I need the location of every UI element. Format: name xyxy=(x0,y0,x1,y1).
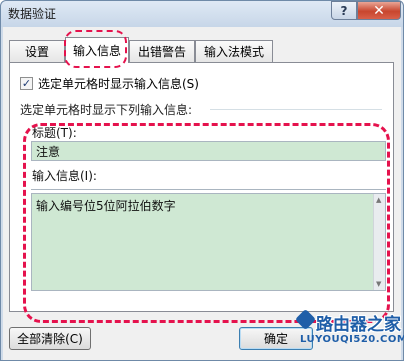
data-validation-dialog: 数据验证 ? ✕ 设置 输入信息 出错警告 输入法模式 ✓ 选定单元格时显示输入… xyxy=(0,0,404,361)
tab-settings[interactable]: 设置 xyxy=(9,40,65,62)
message-label-underline xyxy=(31,184,386,190)
help-button[interactable]: ? xyxy=(331,1,357,20)
message-field-label: 输入信息(I): xyxy=(32,169,97,183)
title-bar[interactable]: 数据验证 ? ✕ xyxy=(1,1,403,27)
message-textarea[interactable]: 输入编号位5位阿拉伯数字 ▲ ▼ xyxy=(31,193,386,291)
dialog-title: 数据验证 xyxy=(8,7,57,21)
message-scrollbar[interactable]: ▲ ▼ xyxy=(373,194,385,290)
title-input[interactable]: 注意 xyxy=(31,141,386,161)
tab-input-message[interactable]: 输入信息 xyxy=(65,37,129,63)
watermark: 路由器之家 LUYOUQI520.COM xyxy=(294,308,404,361)
close-button[interactable]: ✕ xyxy=(357,1,401,20)
show-input-message-label: 选定单元格时显示输入信息(S) xyxy=(38,77,199,91)
scroll-down-icon[interactable]: ▼ xyxy=(376,280,381,288)
tab-error-alert[interactable]: 出错警告 xyxy=(129,40,195,62)
group-label: 选定单元格时显示下列输入信息: xyxy=(20,103,193,117)
scroll-up-icon[interactable]: ▲ xyxy=(376,196,381,204)
show-input-message-option[interactable]: ✓ 选定单元格时显示输入信息(S) xyxy=(20,75,199,92)
watermark-sub-text: LUYOUQI520.COM xyxy=(300,334,404,345)
group-divider xyxy=(210,109,382,110)
clear-all-button[interactable]: 全部清除(C) xyxy=(9,327,91,350)
message-text: 输入编号位5位阿拉伯数字 xyxy=(36,199,176,213)
tab-ime-mode[interactable]: 输入法模式 xyxy=(195,40,273,62)
watermark-main-text: 路由器之家 xyxy=(316,315,401,335)
title-field-label: 标题(T): xyxy=(32,126,77,140)
show-input-message-checkbox[interactable]: ✓ xyxy=(20,77,33,90)
input-message-panel: ✓ 选定单元格时显示输入信息(S) 选定单元格时显示下列输入信息: 标题(T):… xyxy=(9,62,394,312)
watermark-logo-icon xyxy=(294,308,317,331)
